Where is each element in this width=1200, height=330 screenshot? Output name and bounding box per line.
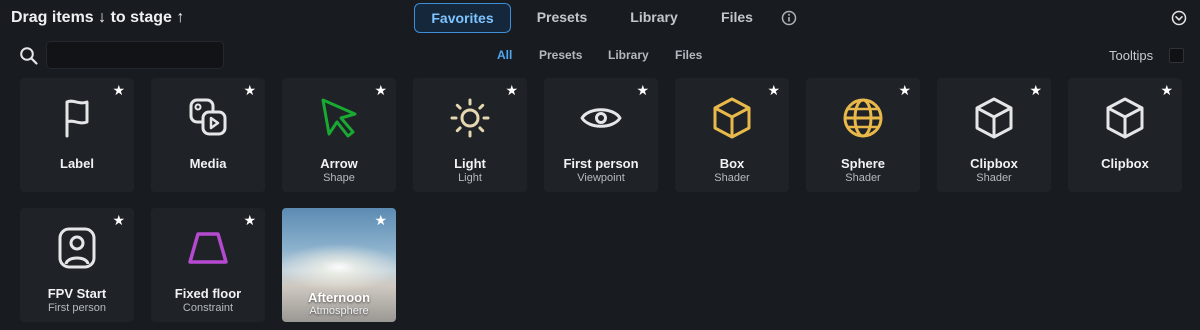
item-type: Constraint: [182, 302, 234, 314]
favorite-star-icon[interactable]: ★: [243, 213, 256, 227]
favorite-star-icon[interactable]: ★: [1029, 83, 1042, 97]
chevron-down-icon[interactable]: [1171, 10, 1187, 26]
item-card-fpv-start[interactable]: ★ FPV Start First person: [20, 208, 134, 322]
item-card-sphere[interactable]: ★ Sphere Shader: [806, 78, 920, 192]
item-type: Light: [458, 172, 482, 184]
item-card-arrow[interactable]: ★ Arrow Shape: [282, 78, 396, 192]
eye-icon: [580, 108, 622, 128]
filter-library[interactable]: Library: [608, 48, 649, 62]
tooltips-label: Tooltips: [1109, 48, 1154, 63]
item-type: Shader: [976, 172, 1012, 184]
item-card-light[interactable]: ★ Light Light: [413, 78, 527, 192]
panel-title: Drag items ↓ to stage ↑: [11, 9, 185, 26]
item-name: Clipbox: [970, 156, 1018, 171]
favorite-star-icon[interactable]: ★: [767, 83, 780, 97]
arrow-cursor-icon: [321, 98, 357, 138]
item-name: Afternoon: [307, 290, 371, 305]
info-icon[interactable]: [781, 10, 797, 26]
sun-icon: [450, 98, 490, 138]
item-card-clipbox-shader[interactable]: ★ Clipbox Shader: [937, 78, 1051, 192]
user-frame-icon: [58, 227, 96, 269]
item-name: Light: [454, 156, 486, 171]
tab-library[interactable]: Library: [614, 3, 694, 31]
filter-presets[interactable]: Presets: [539, 48, 582, 62]
item-type: First person: [47, 302, 107, 314]
item-name: First person: [563, 156, 639, 171]
item-type: Shape: [323, 172, 355, 184]
item-type: Atmosphere: [309, 305, 369, 317]
favorite-star-icon[interactable]: ★: [898, 83, 911, 97]
item-card-box[interactable]: ★ Box Shader: [675, 78, 789, 192]
item-name: Arrow: [320, 156, 358, 171]
item-card-first-person[interactable]: ★ First person Viewpoint: [544, 78, 658, 192]
flag-icon: [65, 99, 89, 138]
item-name: Label: [60, 156, 94, 171]
favorite-star-icon[interactable]: ★: [1160, 83, 1173, 97]
favorite-star-icon[interactable]: ★: [374, 83, 387, 97]
item-type: Shader: [845, 172, 881, 184]
item-type: Viewpoint: [577, 172, 625, 184]
tooltips-checkbox[interactable]: [1169, 48, 1184, 63]
cube-icon: [1106, 97, 1144, 139]
trapezoid-icon: [188, 232, 228, 264]
filter-files[interactable]: Files: [675, 48, 702, 62]
item-name: Fixed floor: [174, 286, 242, 301]
filter-all[interactable]: All: [497, 48, 512, 62]
search-icon: [20, 47, 38, 65]
item-name: Media: [189, 156, 227, 171]
favorite-star-icon[interactable]: ★: [636, 83, 649, 97]
globe-icon: [843, 98, 883, 138]
item-card-label[interactable]: ★ Label: [20, 78, 134, 192]
item-name: Sphere: [840, 156, 886, 171]
item-card-fixed-floor[interactable]: ★ Fixed floor Constraint: [151, 208, 265, 322]
item-name: Clipbox: [1101, 156, 1149, 171]
cube-icon: [975, 97, 1013, 139]
media-icon: [189, 98, 227, 136]
tab-presets[interactable]: Presets: [522, 3, 602, 31]
favorite-star-icon[interactable]: ★: [243, 83, 256, 97]
item-name: Box: [719, 156, 745, 171]
favorite-star-icon[interactable]: ★: [112, 213, 125, 227]
favorite-star-icon[interactable]: ★: [505, 83, 518, 97]
item-card-media[interactable]: ★ Media: [151, 78, 265, 192]
item-card-clipbox[interactable]: ★ Clipbox: [1068, 78, 1182, 192]
favorite-star-icon[interactable]: ★: [112, 83, 125, 97]
tab-files[interactable]: Files: [706, 3, 768, 31]
search-input[interactable]: [46, 41, 224, 69]
cube-icon: [713, 97, 751, 139]
item-card-afternoon[interactable]: ★ Afternoon Atmosphere: [282, 208, 396, 322]
header-bar: Drag items ↓ to stage ↑ Favorites Preset…: [0, 0, 1200, 36]
tab-favorites[interactable]: Favorites: [414, 3, 511, 33]
favorite-star-icon[interactable]: ★: [374, 213, 387, 227]
item-type: Shader: [714, 172, 750, 184]
item-name: FPV Start: [47, 286, 107, 301]
